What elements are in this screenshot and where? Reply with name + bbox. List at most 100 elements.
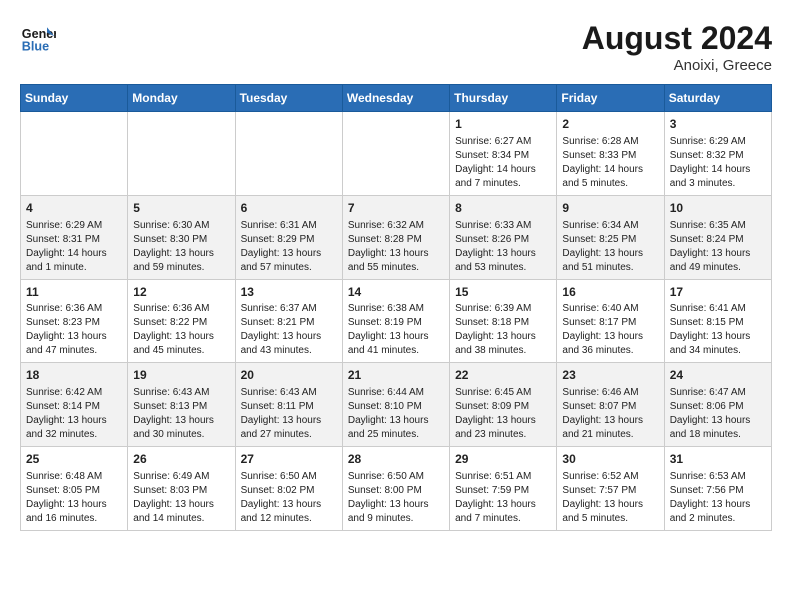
sunrise-text: Sunrise: 6:50 AM <box>241 471 317 482</box>
day-number: 18 <box>26 367 122 384</box>
day-number: 4 <box>26 200 122 217</box>
daylight-text: Daylight: 13 hours and 41 minutes. <box>348 331 429 356</box>
sunrise-text: Sunrise: 6:32 AM <box>348 220 424 231</box>
daylight-text: Daylight: 13 hours and 14 minutes. <box>133 499 214 524</box>
sunrise-text: Sunrise: 6:43 AM <box>241 387 317 398</box>
sunrise-text: Sunrise: 6:30 AM <box>133 220 209 231</box>
day-cell: 27Sunrise: 6:50 AMSunset: 8:02 PMDayligh… <box>235 447 342 531</box>
day-number: 19 <box>133 367 229 384</box>
daylight-text: Daylight: 14 hours and 1 minute. <box>26 248 107 273</box>
sunrise-text: Sunrise: 6:45 AM <box>455 387 531 398</box>
day-cell: 9Sunrise: 6:34 AMSunset: 8:25 PMDaylight… <box>557 195 664 279</box>
week-row-2: 4 Sunrise: 6:29 AM Sunset: 8:31 PM Daylight… <box>21 195 772 279</box>
day-cell: 24Sunrise: 6:47 AMSunset: 8:06 PMDayligh… <box>664 363 771 447</box>
week-row-1: 1Sunrise: 6:27 AMSunset: 8:34 PMDaylight… <box>21 112 772 196</box>
daylight-text: Daylight: 13 hours and 53 minutes. <box>455 248 536 273</box>
day-cell: 21Sunrise: 6:44 AMSunset: 8:10 PMDayligh… <box>342 363 449 447</box>
month-year: August 2024 <box>582 20 772 57</box>
daylight-text: Daylight: 13 hours and 16 minutes. <box>26 499 107 524</box>
sunrise-text: Sunrise: 6:31 AM <box>241 220 317 231</box>
col-header-tuesday: Tuesday <box>235 85 342 112</box>
location: Anoixi, Greece <box>582 57 772 74</box>
day-number: 29 <box>455 451 551 468</box>
day-number: 30 <box>562 451 658 468</box>
day-cell <box>21 112 128 196</box>
daylight-text: Daylight: 13 hours and 23 minutes. <box>455 415 536 440</box>
day-cell: 1Sunrise: 6:27 AMSunset: 8:34 PMDaylight… <box>450 112 557 196</box>
day-cell: 2Sunrise: 6:28 AMSunset: 8:33 PMDaylight… <box>557 112 664 196</box>
title-area: August 2024 Anoixi, Greece <box>582 20 772 74</box>
day-number: 8 <box>455 200 551 217</box>
daylight-text: Daylight: 13 hours and 18 minutes. <box>670 415 751 440</box>
day-number: 14 <box>348 284 444 301</box>
day-cell: 23Sunrise: 6:46 AMSunset: 8:07 PMDayligh… <box>557 363 664 447</box>
sunrise-text: Sunrise: 6:53 AM <box>670 471 746 482</box>
day-cell: 5Sunrise: 6:30 AMSunset: 8:30 PMDaylight… <box>128 195 235 279</box>
sunrise-text: Sunrise: 6:29 AM <box>670 136 746 147</box>
day-number: 7 <box>348 200 444 217</box>
daylight-text: Daylight: 13 hours and 9 minutes. <box>348 499 429 524</box>
sunset-text: Sunset: 8:24 PM <box>670 234 744 245</box>
day-number: 26 <box>133 451 229 468</box>
day-cell: 16Sunrise: 6:40 AMSunset: 8:17 PMDayligh… <box>557 279 664 363</box>
day-cell: 8Sunrise: 6:33 AMSunset: 8:26 PMDaylight… <box>450 195 557 279</box>
daylight-text: Daylight: 14 hours and 3 minutes. <box>670 164 751 189</box>
day-cell: 20Sunrise: 6:43 AMSunset: 8:11 PMDayligh… <box>235 363 342 447</box>
daylight-text: Daylight: 13 hours and 21 minutes. <box>562 415 643 440</box>
day-cell: 17Sunrise: 6:41 AMSunset: 8:15 PMDayligh… <box>664 279 771 363</box>
day-number: 5 <box>133 200 229 217</box>
col-header-monday: Monday <box>128 85 235 112</box>
daylight-text: Daylight: 13 hours and 32 minutes. <box>26 415 107 440</box>
day-cell: 13Sunrise: 6:37 AMSunset: 8:21 PMDayligh… <box>235 279 342 363</box>
daylight-text: Daylight: 13 hours and 12 minutes. <box>241 499 322 524</box>
day-cell: 30Sunrise: 6:52 AMSunset: 7:57 PMDayligh… <box>557 447 664 531</box>
sunrise-text: Sunrise: 6:47 AM <box>670 387 746 398</box>
sunset-text: Sunset: 8:13 PM <box>133 401 207 412</box>
col-header-wednesday: Wednesday <box>342 85 449 112</box>
sunset-text: Sunset: 8:05 PM <box>26 485 100 496</box>
sunset-text: Sunset: 8:02 PM <box>241 485 315 496</box>
week-row-5: 25Sunrise: 6:48 AMSunset: 8:05 PMDayligh… <box>21 447 772 531</box>
day-cell: 31Sunrise: 6:53 AMSunset: 7:56 PMDayligh… <box>664 447 771 531</box>
day-cell: 12Sunrise: 6:36 AMSunset: 8:22 PMDayligh… <box>128 279 235 363</box>
sunset-text: Sunset: 8:09 PM <box>455 401 529 412</box>
sunset-text: Sunset: 8:28 PM <box>348 234 422 245</box>
week-row-3: 11Sunrise: 6:36 AMSunset: 8:23 PMDayligh… <box>21 279 772 363</box>
day-number: 17 <box>670 284 766 301</box>
sunrise-text: Sunrise: 6:44 AM <box>348 387 424 398</box>
sunrise-text: Sunrise: 6:28 AM <box>562 136 638 147</box>
daylight-text: Daylight: 13 hours and 36 minutes. <box>562 331 643 356</box>
day-number: 15 <box>455 284 551 301</box>
daylight-text: Daylight: 13 hours and 45 minutes. <box>133 331 214 356</box>
daylight-text: Daylight: 13 hours and 34 minutes. <box>670 331 751 356</box>
sunset-text: Sunset: 8:31 PM <box>26 234 100 245</box>
sunset-text: Sunset: 8:11 PM <box>241 401 314 412</box>
day-number: 16 <box>562 284 658 301</box>
daylight-text: Daylight: 13 hours and 43 minutes. <box>241 331 322 356</box>
header: General Blue August 2024 Anoixi, Greece <box>20 20 772 74</box>
day-cell <box>128 112 235 196</box>
day-number: 2 <box>562 116 658 133</box>
sunrise-text: Sunrise: 6:43 AM <box>133 387 209 398</box>
daylight-text: Daylight: 13 hours and 47 minutes. <box>26 331 107 356</box>
col-header-friday: Friday <box>557 85 664 112</box>
day-number: 23 <box>562 367 658 384</box>
day-number: 25 <box>26 451 122 468</box>
sunrise-text: Sunrise: 6:37 AM <box>241 303 317 314</box>
col-header-saturday: Saturday <box>664 85 771 112</box>
day-cell: 29Sunrise: 6:51 AMSunset: 7:59 PMDayligh… <box>450 447 557 531</box>
sunrise-text: Sunrise: 6:39 AM <box>455 303 531 314</box>
day-cell: 19Sunrise: 6:43 AMSunset: 8:13 PMDayligh… <box>128 363 235 447</box>
sunset-text: Sunset: 8:25 PM <box>562 234 636 245</box>
daylight-text: Daylight: 13 hours and 51 minutes. <box>562 248 643 273</box>
daylight-text: Daylight: 13 hours and 38 minutes. <box>455 331 536 356</box>
sunset-text: Sunset: 8:34 PM <box>455 150 529 161</box>
sunrise-text: Sunrise: 6:42 AM <box>26 387 102 398</box>
sunrise-text: Sunrise: 6:51 AM <box>455 471 531 482</box>
sunrise-text: Sunrise: 6:29 AM <box>26 220 102 231</box>
week-row-4: 18Sunrise: 6:42 AMSunset: 8:14 PMDayligh… <box>21 363 772 447</box>
sunset-text: Sunset: 8:29 PM <box>241 234 315 245</box>
sunset-text: Sunset: 8:32 PM <box>670 150 744 161</box>
day-cell: 28Sunrise: 6:50 AMSunset: 8:00 PMDayligh… <box>342 447 449 531</box>
day-number: 28 <box>348 451 444 468</box>
